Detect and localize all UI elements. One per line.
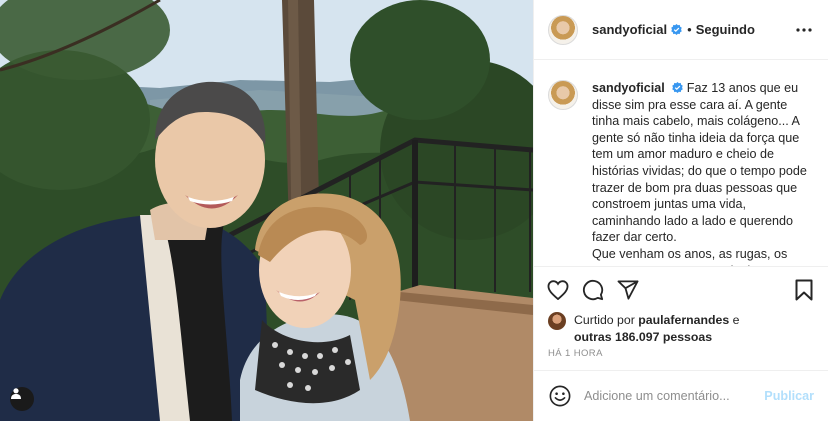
save-button[interactable] [792, 278, 816, 302]
verified-badge-icon [671, 24, 682, 35]
liked-by-username[interactable]: paulafernandes [638, 313, 729, 327]
likes-count-link[interactable]: outras 186.097 pessoas [574, 330, 712, 344]
caption-row: sandyoficial Faz 13 anos que eu disse si… [548, 80, 814, 266]
publish-button[interactable]: Publicar [764, 389, 814, 403]
more-options-button[interactable] [792, 18, 816, 42]
comment-form: Publicar [534, 370, 828, 421]
liked-by-prefix: Curtido por [574, 313, 635, 327]
caption-text: sandyoficial Faz 13 anos que eu disse si… [592, 80, 814, 266]
author-username[interactable]: sandyoficial [592, 22, 667, 37]
instagram-post: sandyoficial • Seguindo sandyoficial Faz… [0, 0, 828, 421]
like-button[interactable] [546, 278, 570, 302]
post-side-panel: sandyoficial • Seguindo sandyoficial Faz… [533, 0, 828, 421]
action-bar [534, 266, 828, 312]
caption-author-avatar[interactable] [548, 80, 578, 110]
likes-text: Curtido por paulafernandes e outras 186.… [574, 312, 739, 346]
likes-summary: Curtido por paulafernandes e outras 186.… [534, 312, 828, 346]
comment-input[interactable] [584, 389, 757, 403]
comments-area[interactable]: sandyoficial Faz 13 anos que eu disse si… [534, 60, 828, 266]
comment-button[interactable] [581, 278, 605, 302]
bookmark-icon [795, 279, 813, 300]
emoji-button[interactable] [548, 384, 572, 408]
post-photo[interactable] [0, 0, 533, 421]
tag-people-button[interactable] [10, 387, 34, 411]
verified-badge-icon [672, 82, 684, 93]
user-tag-icon [11, 388, 21, 399]
more-options-icon [796, 27, 812, 32]
caption-author-username[interactable]: sandyoficial [592, 81, 665, 95]
author-avatar[interactable] [548, 14, 578, 45]
comment-bubble-icon [582, 279, 604, 300]
share-button[interactable] [616, 278, 640, 302]
following-button[interactable]: Seguindo [696, 22, 755, 37]
heart-icon [547, 279, 569, 300]
post-timestamp[interactable]: HÁ 1 HORA [534, 346, 828, 370]
photo-illustration [0, 0, 533, 421]
liker-avatar[interactable] [548, 312, 566, 330]
caption-line-1: Faz 13 anos que eu disse sim pra esse ca… [592, 81, 807, 245]
separator-dot: • [687, 22, 692, 37]
paper-plane-icon [617, 279, 639, 300]
emoji-icon [549, 385, 571, 407]
liked-by-conjunction: e [732, 313, 740, 327]
caption-line-2: Que venham os anos, as rugas, os pequeno… [592, 246, 807, 266]
post-header: sandyoficial • Seguindo [534, 0, 828, 60]
